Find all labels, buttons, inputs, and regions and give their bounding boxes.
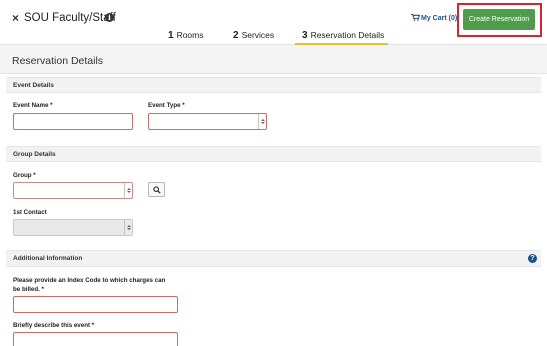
section-title: Event Details [13,82,54,89]
event-name-label: Event Name * [13,102,53,109]
info-icon[interactable]: i [105,13,114,22]
step-services[interactable]: 2 Services [233,30,274,41]
step-label: Reservation Details [310,30,385,40]
describe-event-label: Briefly describe this event * [13,322,95,329]
app-title: SOU Faculty/Staff [24,12,116,24]
close-icon[interactable]: × [12,11,19,25]
search-icon [152,185,161,194]
section-title: Group Details [13,151,56,158]
step-rooms[interactable]: 1 Rooms [168,30,204,41]
cart-icon [411,14,420,21]
event-name-input[interactable] [13,113,133,130]
step-number: 3 [302,30,308,41]
select-arrows-icon [124,183,132,198]
section-group-details: Group Details [6,146,541,162]
first-contact-label: 1st Contact [13,209,47,216]
describe-event-input[interactable] [13,332,178,346]
wizard-steps: 1 Rooms 2 Services 3 Reservation Details [0,30,547,45]
create-reservation-button[interactable]: Create Reservation [463,9,535,30]
select-arrows-icon [258,114,266,129]
step-label: Rooms [176,30,204,40]
group-label: Group * [13,172,36,179]
section-title: Additional Information [13,255,83,262]
index-code-label-line-2: be billed. * [13,286,44,293]
page-title: Reservation Details [12,55,104,67]
section-additional-information: Additional Information [6,250,541,267]
group-search-button[interactable] [148,182,165,197]
my-cart-label: My Cart (0) [421,15,458,22]
event-type-select[interactable] [148,113,267,130]
group-select[interactable] [13,182,133,199]
index-code-label-line-1: Please provide an Index Code to which ch… [13,277,166,284]
step-number: 2 [233,30,239,41]
step-label: Services [241,30,275,40]
section-event-details: Event Details [6,77,541,93]
step-number: 1 [168,30,174,41]
index-code-input[interactable] [13,296,178,313]
help-icon[interactable]: ? [528,254,537,263]
page-heading: Reservation Details [0,45,547,74]
first-contact-select [13,219,133,236]
step-reservation-details[interactable]: 3 Reservation Details [302,30,384,41]
select-arrows-icon [124,220,132,235]
event-type-label: Event Type * [148,102,185,109]
my-cart-link[interactable]: My Cart (0) [411,14,457,24]
